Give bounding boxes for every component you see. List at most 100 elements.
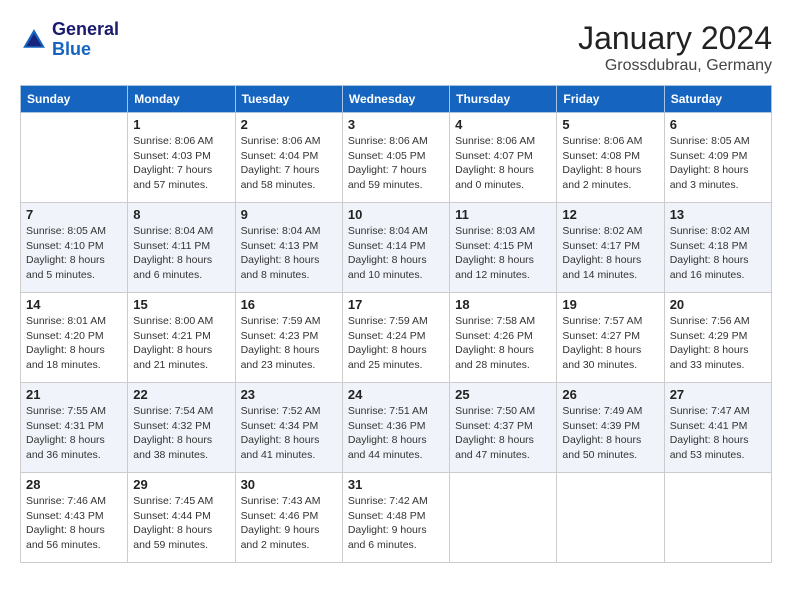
day-number: 10 <box>348 207 444 222</box>
day-number: 24 <box>348 387 444 402</box>
calendar-cell: 27 Sunrise: 7:47 AMSunset: 4:41 PMDayligh… <box>664 383 771 473</box>
day-info: Sunrise: 8:02 AMSunset: 4:17 PMDaylight:… <box>562 224 658 283</box>
header-cell-tuesday: Tuesday <box>235 86 342 113</box>
calendar-cell: 24 Sunrise: 7:51 AMSunset: 4:36 PMDayligh… <box>342 383 449 473</box>
day-number: 22 <box>133 387 229 402</box>
calendar-cell: 7Sunrise: 8:05 AMSunset: 4:10 PMDaylight… <box>21 203 128 293</box>
day-info: Sunrise: 8:01 AMSunset: 4:20 PMDaylight:… <box>26 314 122 373</box>
logo-icon <box>20 26 48 54</box>
day-number: 1 <box>133 117 229 132</box>
calendar-cell: 17Sunrise: 7:59 AMSunset: 4:24 PMDayligh… <box>342 293 449 383</box>
day-number: 18 <box>455 297 551 312</box>
day-info: Sunrise: 8:06 AMSunset: 4:07 PMDaylight:… <box>455 134 551 193</box>
day-number: 21 <box>26 387 122 402</box>
calendar-header-row: SundayMondayTuesdayWednesdayThursdayFrid… <box>21 86 772 113</box>
calendar-cell <box>450 473 557 563</box>
calendar-cell: 31 Sunrise: 7:42 AMSunset: 4:48 PMDayligh… <box>342 473 449 563</box>
calendar-cell: 16Sunrise: 7:59 AMSunset: 4:23 PMDayligh… <box>235 293 342 383</box>
calendar-cell: 26 Sunrise: 7:49 AMSunset: 4:39 PMDayligh… <box>557 383 664 473</box>
calendar-cell: 23Sunrise: 7:52 AMSunset: 4:34 PMDayligh… <box>235 383 342 473</box>
calendar-cell: 29Sunrise: 7:45 AMSunset: 4:44 PMDayligh… <box>128 473 235 563</box>
header-cell-friday: Friday <box>557 86 664 113</box>
day-number: 28 <box>26 477 122 492</box>
calendar-cell: 21 Sunrise: 7:55 AMSunset: 4:31 PMDayligh… <box>21 383 128 473</box>
day-info: Sunrise: 7:58 AMSunset: 4:26 PMDaylight:… <box>455 314 551 373</box>
day-info: Sunrise: 7:47 AMSunset: 4:41 PMDaylight:… <box>670 404 766 463</box>
day-info: Sunrise: 8:06 AMSunset: 4:08 PMDaylight:… <box>562 134 658 193</box>
day-number: 2 <box>241 117 337 132</box>
day-info: Sunrise: 7:51 AMSunset: 4:36 PMDaylight:… <box>348 404 444 463</box>
month-title: January 2024 <box>578 20 772 57</box>
day-number: 9 <box>241 207 337 222</box>
calendar-cell <box>557 473 664 563</box>
day-number: 12 <box>562 207 658 222</box>
calendar-cell: 10 Sunrise: 8:04 AMSunset: 4:14 PMDayligh… <box>342 203 449 293</box>
calendar-cell: 2 Sunrise: 8:06 AMSunset: 4:04 PMDaylight… <box>235 113 342 203</box>
calendar-week-row: 14 Sunrise: 8:01 AMSunset: 4:20 PMDayligh… <box>21 293 772 383</box>
calendar-cell: 5 Sunrise: 8:06 AMSunset: 4:08 PMDaylight… <box>557 113 664 203</box>
calendar-cell <box>664 473 771 563</box>
day-number: 16 <box>241 297 337 312</box>
logo-general: General <box>52 20 119 40</box>
page-header: General Blue January 2024 Grossdubrau, G… <box>20 20 772 75</box>
calendar-week-row: 1Sunrise: 8:06 AMSunset: 4:03 PMDaylight… <box>21 113 772 203</box>
calendar-cell: 15Sunrise: 8:00 AMSunset: 4:21 PMDayligh… <box>128 293 235 383</box>
calendar-cell: 9Sunrise: 8:04 AMSunset: 4:13 PMDaylight… <box>235 203 342 293</box>
day-info: Sunrise: 7:55 AMSunset: 4:31 PMDaylight:… <box>26 404 122 463</box>
day-info: Sunrise: 8:04 AMSunset: 4:14 PMDaylight:… <box>348 224 444 283</box>
calendar-cell <box>21 113 128 203</box>
header-cell-thursday: Thursday <box>450 86 557 113</box>
day-number: 8 <box>133 207 229 222</box>
header-cell-monday: Monday <box>128 86 235 113</box>
header-cell-saturday: Saturday <box>664 86 771 113</box>
location-title: Grossdubrau, Germany <box>578 57 772 75</box>
day-info: Sunrise: 8:02 AMSunset: 4:18 PMDaylight:… <box>670 224 766 283</box>
day-info: Sunrise: 8:03 AMSunset: 4:15 PMDaylight:… <box>455 224 551 283</box>
day-info: Sunrise: 7:56 AMSunset: 4:29 PMDaylight:… <box>670 314 766 373</box>
calendar-cell: 14 Sunrise: 8:01 AMSunset: 4:20 PMDayligh… <box>21 293 128 383</box>
calendar-cell: 6Sunrise: 8:05 AMSunset: 4:09 PMDaylight… <box>664 113 771 203</box>
day-info: Sunrise: 7:46 AMSunset: 4:43 PMDaylight:… <box>26 494 122 553</box>
title-block: January 2024 Grossdubrau, Germany <box>578 20 772 75</box>
day-number: 26 <box>562 387 658 402</box>
day-info: Sunrise: 8:05 AMSunset: 4:09 PMDaylight:… <box>670 134 766 193</box>
calendar-body: 1Sunrise: 8:06 AMSunset: 4:03 PMDaylight… <box>21 113 772 563</box>
day-info: Sunrise: 7:50 AMSunset: 4:37 PMDaylight:… <box>455 404 551 463</box>
day-info: Sunrise: 7:42 AMSunset: 4:48 PMDaylight:… <box>348 494 444 553</box>
day-number: 25 <box>455 387 551 402</box>
calendar-week-row: 7Sunrise: 8:05 AMSunset: 4:10 PMDaylight… <box>21 203 772 293</box>
calendar-cell: 11 Sunrise: 8:03 AMSunset: 4:15 PMDayligh… <box>450 203 557 293</box>
day-number: 29 <box>133 477 229 492</box>
day-info: Sunrise: 8:00 AMSunset: 4:21 PMDaylight:… <box>133 314 229 373</box>
calendar-cell: 19 Sunrise: 7:57 AMSunset: 4:27 PMDayligh… <box>557 293 664 383</box>
calendar-cell: 28 Sunrise: 7:46 AMSunset: 4:43 PMDayligh… <box>21 473 128 563</box>
logo: General Blue <box>20 20 119 60</box>
day-info: Sunrise: 8:04 AMSunset: 4:11 PMDaylight:… <box>133 224 229 283</box>
calendar-cell: 13 Sunrise: 8:02 AMSunset: 4:18 PMDayligh… <box>664 203 771 293</box>
day-number: 4 <box>455 117 551 132</box>
day-number: 31 <box>348 477 444 492</box>
calendar-cell: 18 Sunrise: 7:58 AMSunset: 4:26 PMDayligh… <box>450 293 557 383</box>
day-number: 27 <box>670 387 766 402</box>
day-info: Sunrise: 7:54 AMSunset: 4:32 PMDaylight:… <box>133 404 229 463</box>
day-number: 20 <box>670 297 766 312</box>
calendar-cell: 1Sunrise: 8:06 AMSunset: 4:03 PMDaylight… <box>128 113 235 203</box>
day-number: 13 <box>670 207 766 222</box>
logo-blue: Blue <box>52 39 91 59</box>
day-info: Sunrise: 7:49 AMSunset: 4:39 PMDaylight:… <box>562 404 658 463</box>
day-info: Sunrise: 8:06 AMSunset: 4:04 PMDaylight:… <box>241 134 337 193</box>
day-number: 19 <box>562 297 658 312</box>
day-number: 7 <box>26 207 122 222</box>
calendar-cell: 3Sunrise: 8:06 AMSunset: 4:05 PMDaylight… <box>342 113 449 203</box>
calendar-week-row: 21 Sunrise: 7:55 AMSunset: 4:31 PMDayligh… <box>21 383 772 473</box>
day-number: 5 <box>562 117 658 132</box>
day-number: 11 <box>455 207 551 222</box>
calendar-cell: 12 Sunrise: 8:02 AMSunset: 4:17 PMDayligh… <box>557 203 664 293</box>
header-cell-sunday: Sunday <box>21 86 128 113</box>
day-number: 14 <box>26 297 122 312</box>
calendar-cell: 30Sunrise: 7:43 AMSunset: 4:46 PMDayligh… <box>235 473 342 563</box>
day-info: Sunrise: 7:57 AMSunset: 4:27 PMDaylight:… <box>562 314 658 373</box>
calendar-cell: 22 Sunrise: 7:54 AMSunset: 4:32 PMDayligh… <box>128 383 235 473</box>
calendar-cell: 20 Sunrise: 7:56 AMSunset: 4:29 PMDayligh… <box>664 293 771 383</box>
day-info: Sunrise: 7:59 AMSunset: 4:24 PMDaylight:… <box>348 314 444 373</box>
